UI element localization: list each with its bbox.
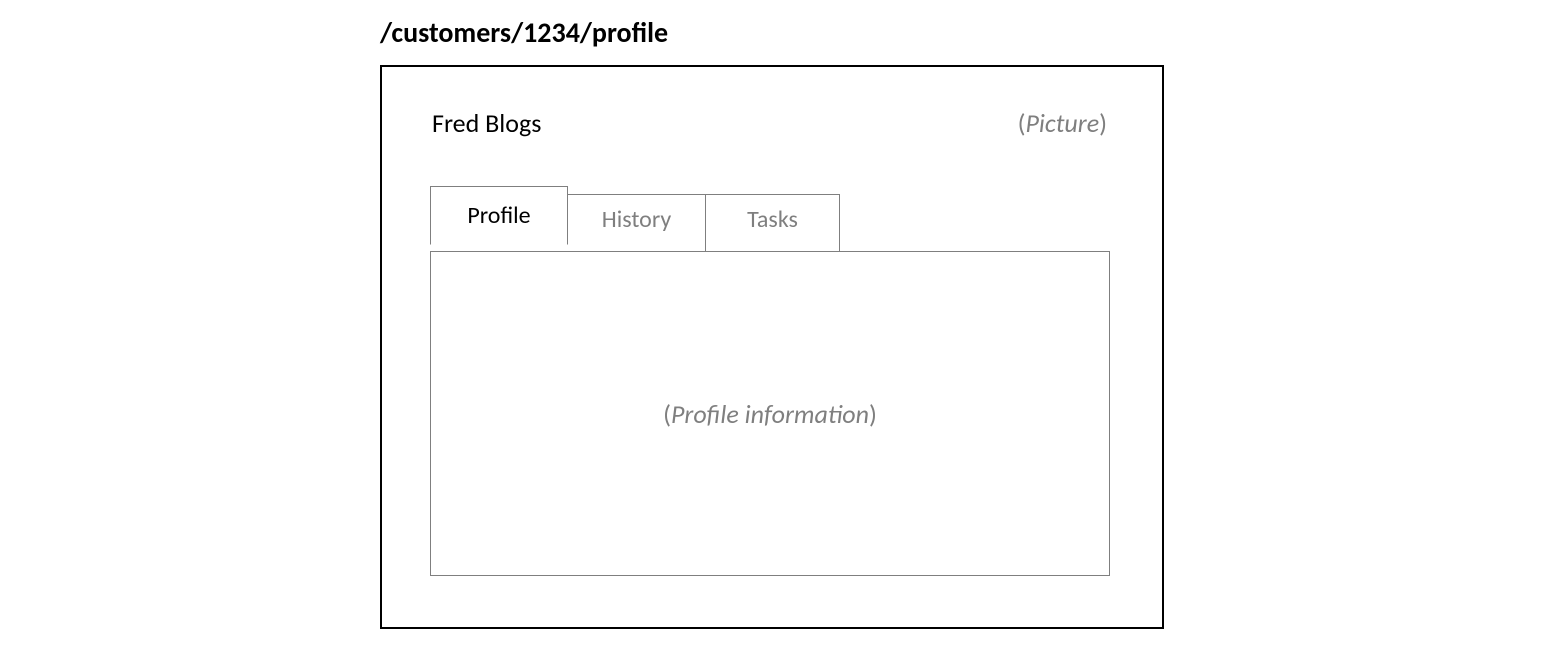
wireframe-frame: Fred Blogs (Picture) Profile History Tas… xyxy=(380,65,1164,629)
url-path-label: /customers/1234/profile xyxy=(380,15,668,50)
tabs-row: Profile History Tasks xyxy=(430,194,1162,252)
tab-history[interactable]: History xyxy=(568,194,706,252)
customer-name: Fred Blogs xyxy=(432,107,541,139)
tab-tasks[interactable]: Tasks xyxy=(706,194,840,252)
picture-placeholder: (Picture) xyxy=(1018,107,1107,139)
close-paren-2: ) xyxy=(869,398,877,430)
content-placeholder: (Profile information) xyxy=(663,398,877,430)
content-label-text: Profile information xyxy=(671,398,869,430)
header-row: Fred Blogs (Picture) xyxy=(382,67,1162,139)
tab-content-pane: (Profile information) xyxy=(430,251,1110,576)
tabs-wrapper: Profile History Tasks (Profile informati… xyxy=(430,194,1162,576)
close-paren: ) xyxy=(1099,107,1107,139)
picture-label-text: Picture xyxy=(1025,107,1099,139)
open-paren-2: ( xyxy=(663,398,671,430)
tab-profile[interactable]: Profile xyxy=(430,186,568,245)
